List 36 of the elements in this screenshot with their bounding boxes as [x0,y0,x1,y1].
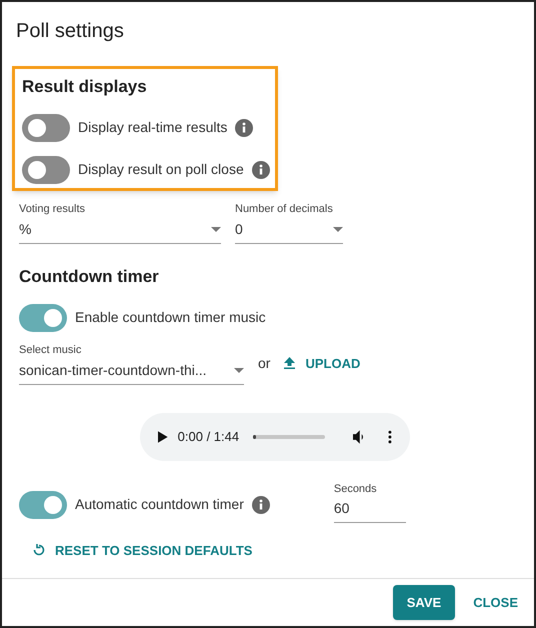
dialog-title: Poll settings [16,19,125,44]
field-label: Number of decimals [235,202,334,216]
toggle-label: Display real-time results [78,118,228,137]
refresh-icon [33,544,45,556]
seconds-field[interactable]: 60 [334,498,406,522]
toggle-switch[interactable] [19,304,67,332]
toggle-label: Display result on poll close [78,160,244,179]
play-icon[interactable] [158,431,168,443]
caret-icon [234,368,244,373]
close-button[interactable]: CLOSE [471,592,520,612]
select-field[interactable]: % [19,217,221,244]
field-label: Select music [19,342,82,358]
or-text: or [258,354,270,373]
field-label: Voting results [19,202,86,216]
toggle-switch[interactable] [22,156,70,184]
toggle-switch[interactable] [22,114,70,142]
toggle-label: Enable countdown timer music [75,308,266,327]
section-heading: Countdown timer [19,266,160,288]
upload-button[interactable]: UPLOAD [284,354,360,373]
info-icon[interactable] [252,160,270,178]
save-button[interactable]: SAVE [392,584,456,620]
upload-icon [284,357,296,370]
caret-icon [333,227,343,232]
more-icon[interactable] [388,430,392,444]
playback-time: 0:00 / 1:44 [178,428,240,446]
progress-fill[interactable] [253,435,256,439]
toggle-label: Automatic countdown timer [75,495,244,514]
select-field[interactable]: sonican-timer-countdown-thi... [19,358,244,385]
toggle-switch[interactable] [19,490,67,518]
select-field[interactable]: 0 [235,217,343,244]
info-icon[interactable] [252,496,270,514]
caret-icon [211,227,221,232]
section-heading: Result displays [22,76,148,98]
reset-button[interactable]: RESET TO SESSION DEFAULTS [33,540,252,560]
info-icon[interactable] [235,118,254,136]
field-label: Seconds [334,482,378,497]
